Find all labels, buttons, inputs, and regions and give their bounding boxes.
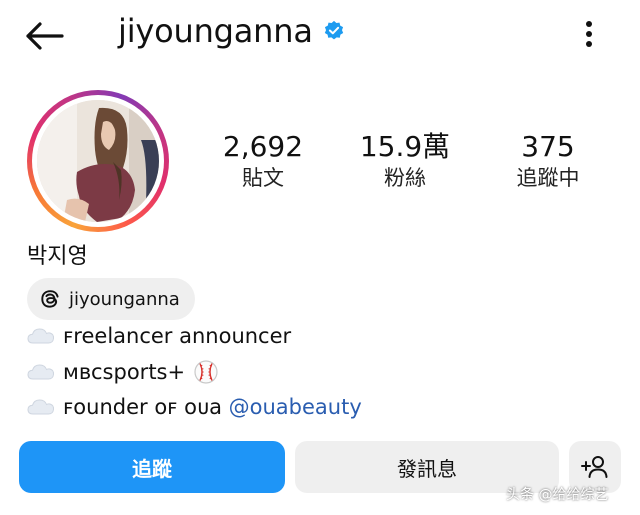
followers-label: 粉絲 xyxy=(384,166,426,190)
bio-line-1: ꜰreelancer announcer xyxy=(27,324,291,348)
stat-following[interactable]: 375 追蹤中 xyxy=(483,130,613,192)
posts-label: 貼文 xyxy=(242,166,284,190)
profile-stats: 2,692 貼文 15.9萬 粉絲 375 追蹤中 xyxy=(0,130,640,210)
following-count: 375 xyxy=(521,130,575,163)
username-header: jiyounganna xyxy=(118,12,345,50)
bio-text: ꜰreelancer announcer xyxy=(63,324,292,348)
threads-handle: jiyounganna xyxy=(69,288,180,310)
arrow-left-icon xyxy=(26,22,64,50)
more-options-button[interactable] xyxy=(572,14,606,54)
bio-text: ꜰounder oꜰ oᴜa xyxy=(63,395,229,419)
cloud-icon xyxy=(27,363,55,381)
threads-link[interactable]: jiyounganna xyxy=(27,278,195,320)
username: jiyounganna xyxy=(118,12,313,50)
back-button[interactable] xyxy=(22,14,66,58)
followers-count: 15.9萬 xyxy=(359,130,451,163)
add-person-icon xyxy=(581,456,608,478)
full-name: 박지영 xyxy=(27,244,88,269)
mention-link[interactable]: @ouabeauty xyxy=(229,395,362,419)
bio-text: ᴍʙcsports+ xyxy=(63,360,186,384)
verified-badge-icon xyxy=(323,20,345,42)
baseball-icon xyxy=(194,360,218,384)
follow-button[interactable]: 追蹤 xyxy=(19,441,285,493)
following-label: 追蹤中 xyxy=(516,166,580,190)
more-vertical-icon xyxy=(586,21,592,47)
cloud-icon xyxy=(27,327,55,345)
bio-line-3: ꜰounder oꜰ oᴜa @ouabeauty xyxy=(27,395,362,419)
bio-line-2: ᴍʙcsports+ xyxy=(27,359,219,385)
stat-followers[interactable]: 15.9萬 粉絲 xyxy=(340,130,470,192)
stat-posts[interactable]: 2,692 貼文 xyxy=(198,130,328,192)
threads-icon xyxy=(41,290,59,308)
cloud-icon xyxy=(27,398,55,416)
posts-count: 2,692 xyxy=(222,130,304,163)
top-bar: jiyounganna xyxy=(0,0,640,70)
watermark: 头条 @给给综艺 xyxy=(506,487,609,503)
